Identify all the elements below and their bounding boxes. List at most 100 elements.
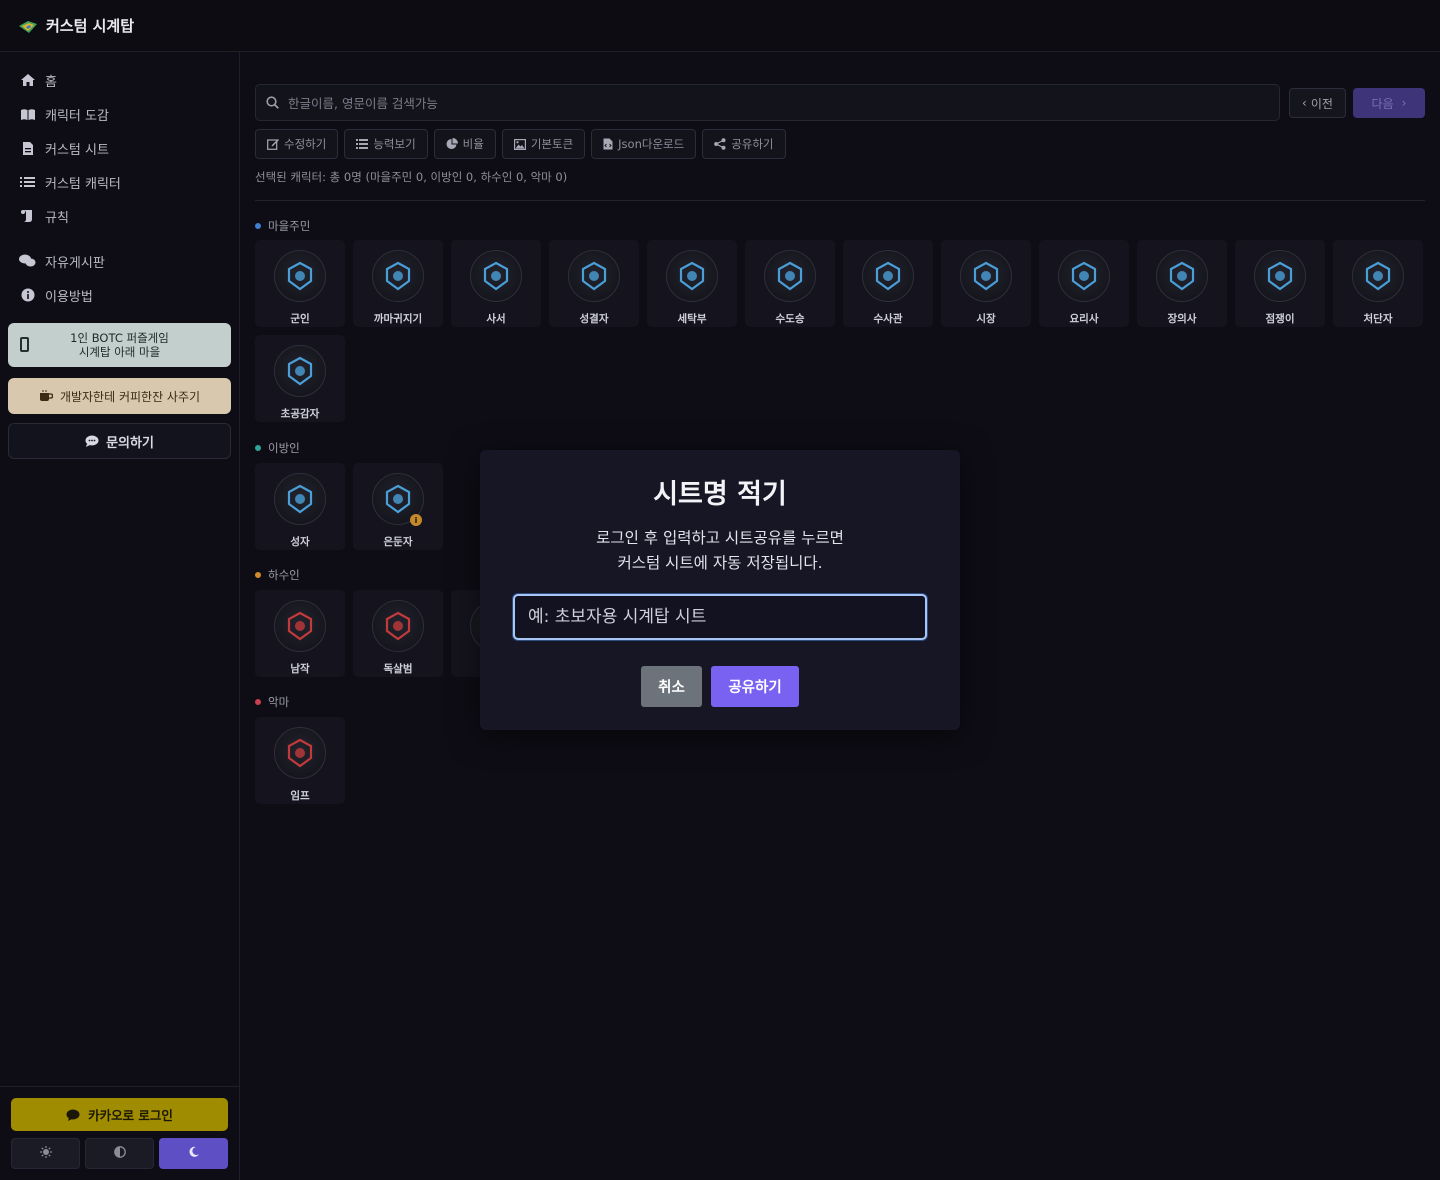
scroll-icon: [19, 208, 36, 225]
auto-theme-button[interactable]: [85, 1138, 154, 1169]
character-card[interactable]: 요리사: [1039, 240, 1129, 327]
character-card[interactable]: 남작: [255, 590, 345, 677]
sidebar-item-label: 자유게시판: [45, 255, 105, 271]
dark-theme-button[interactable]: [159, 1138, 228, 1169]
group-title-label: 마을주민: [268, 219, 311, 233]
character-card[interactable]: 은둔자 i: [353, 463, 443, 550]
edit-button[interactable]: 수정하기: [255, 129, 339, 159]
character-card[interactable]: 성결자: [549, 240, 639, 327]
character-token-icon: [470, 250, 522, 302]
ratio-button[interactable]: 비율: [433, 129, 496, 159]
character-name: 세탁부: [677, 313, 707, 325]
character-name: 까마귀지기: [373, 313, 423, 325]
cancel-button[interactable]: 취소: [641, 666, 702, 707]
file-code-icon: [603, 138, 613, 150]
sidebar-item-label: 규칙: [45, 210, 69, 226]
character-name: 성결자: [579, 313, 609, 325]
modal-desc-line-1: 로그인 후 입력하고 시트공유를 누르면: [596, 529, 844, 547]
character-card[interactable]: 처단자: [1333, 240, 1423, 327]
light-theme-button[interactable]: [11, 1138, 80, 1169]
kakao-login-label: 카카오로 로그인: [88, 1108, 173, 1123]
chat-bubble-icon: [66, 1109, 80, 1121]
character-name: 점쟁이: [1265, 313, 1295, 325]
sidebar-item-label: 이용방법: [45, 289, 93, 305]
character-card[interactable]: 세탁부: [647, 240, 737, 327]
kakao-login-button[interactable]: 카카오로 로그인: [11, 1098, 228, 1131]
character-card[interactable]: 점쟁이: [1235, 240, 1325, 327]
sidebar-item-home[interactable]: 홈: [0, 63, 239, 97]
character-card[interactable]: 성자: [255, 463, 345, 550]
sidebar-item-how-to-use[interactable]: 이용방법: [0, 278, 239, 312]
share-toolbar-button[interactable]: 공유하기: [702, 129, 786, 159]
home-icon: [19, 72, 36, 89]
puzzle-game-promo-button[interactable]: 1인 BOTC 퍼즐게임 시계탑 아래 마을: [8, 323, 231, 367]
app-title[interactable]: 커스텀 시계탑: [46, 15, 134, 36]
group-title-label: 하수인: [268, 568, 300, 582]
sidebar-item-label: 커스텀 시트: [45, 142, 109, 158]
search-box[interactable]: 한글이름, 영문이름 검색가능: [255, 84, 1280, 121]
sidebar-item-custom-character[interactable]: 커스텀 캐릭터: [0, 165, 239, 199]
file-icon: [19, 140, 36, 157]
search-input[interactable]: 한글이름, 영문이름 검색가능: [288, 93, 438, 112]
character-token-icon: [764, 250, 816, 302]
character-name: 시장: [976, 313, 996, 325]
demons-dot: [255, 699, 261, 705]
sheet-name-input[interactable]: [513, 594, 927, 640]
character-card[interactable]: 수사관: [843, 240, 933, 327]
character-name: 초공감자: [280, 408, 320, 420]
character-card[interactable]: 독살범: [353, 590, 443, 677]
character-card[interactable]: 수도승: [745, 240, 835, 327]
view-abilities-button[interactable]: 능력보기: [344, 129, 428, 159]
share-button[interactable]: 공유하기: [711, 666, 799, 707]
character-token-icon: [274, 600, 326, 652]
book-open-icon: [19, 106, 36, 123]
next-label: 다음: [1371, 96, 1394, 111]
character-token-icon: [372, 600, 424, 652]
prev-button[interactable]: ‹ 이전: [1289, 88, 1346, 118]
search-icon: [266, 96, 279, 109]
logo-icon[interactable]: [18, 19, 38, 33]
group-title-label: 이방인: [268, 441, 300, 455]
sidebar-item-custom-sheet[interactable]: 커스텀 시트: [0, 131, 239, 165]
prev-label: 이전: [1310, 96, 1333, 111]
json-download-button[interactable]: Json다운로드: [591, 129, 697, 159]
modal-title: 시트명 적기: [653, 479, 787, 510]
character-card[interactable]: 사서: [451, 240, 541, 327]
character-token-icon: [568, 250, 620, 302]
promo-line-1: 1인 BOTC 퍼즐게임: [70, 331, 169, 345]
character-token-icon: [372, 250, 424, 302]
sidebar-item-character-book[interactable]: 캐릭터 도감: [0, 97, 239, 131]
character-name: 은둔자: [383, 536, 413, 548]
json-download-label: Json다운로드: [618, 137, 685, 151]
pie-chart-icon: [446, 138, 458, 150]
sidebar-bottom: 카카오로 로그인: [0, 1086, 239, 1180]
promo-line-2: 시계탑 아래 마을: [78, 345, 161, 359]
sidebar-item-free-board[interactable]: 자유게시판: [0, 244, 239, 278]
theme-switcher: [11, 1138, 228, 1169]
character-token-icon: [274, 345, 326, 397]
character-card[interactable]: 임프: [255, 717, 345, 804]
sidebar-item-rules[interactable]: 규칙: [0, 199, 239, 233]
default-token-button[interactable]: 기본토큰: [501, 129, 586, 159]
character-name: 사서: [486, 313, 506, 325]
character-name: 처단자: [1363, 313, 1393, 325]
character-name: 성자: [290, 536, 310, 548]
character-token-icon: [1352, 250, 1404, 302]
group-title-label: 악마: [268, 695, 290, 709]
character-card[interactable]: 까마귀지기: [353, 240, 443, 327]
buy-coffee-button[interactable]: 개발자한테 커피한잔 사주기: [8, 378, 231, 414]
view-abilities-label: 능력보기: [373, 137, 416, 151]
character-card[interactable]: 군인: [255, 240, 345, 327]
next-button[interactable]: 다음 ›: [1353, 88, 1425, 118]
top-bar: 커스텀 시계탑: [0, 0, 1440, 52]
character-card[interactable]: 시장: [941, 240, 1031, 327]
character-card[interactable]: 초공감자: [255, 335, 345, 422]
default-token-label: 기본토큰: [530, 137, 574, 151]
info-badge: i: [410, 514, 422, 526]
character-name: 독살범: [383, 663, 413, 675]
contact-button[interactable]: 문의하기: [8, 423, 231, 459]
edit-label: 수정하기: [284, 137, 327, 151]
group-title-demons: 악마: [255, 694, 289, 710]
character-card[interactable]: 장의사: [1137, 240, 1227, 327]
comments-icon: [19, 253, 36, 270]
